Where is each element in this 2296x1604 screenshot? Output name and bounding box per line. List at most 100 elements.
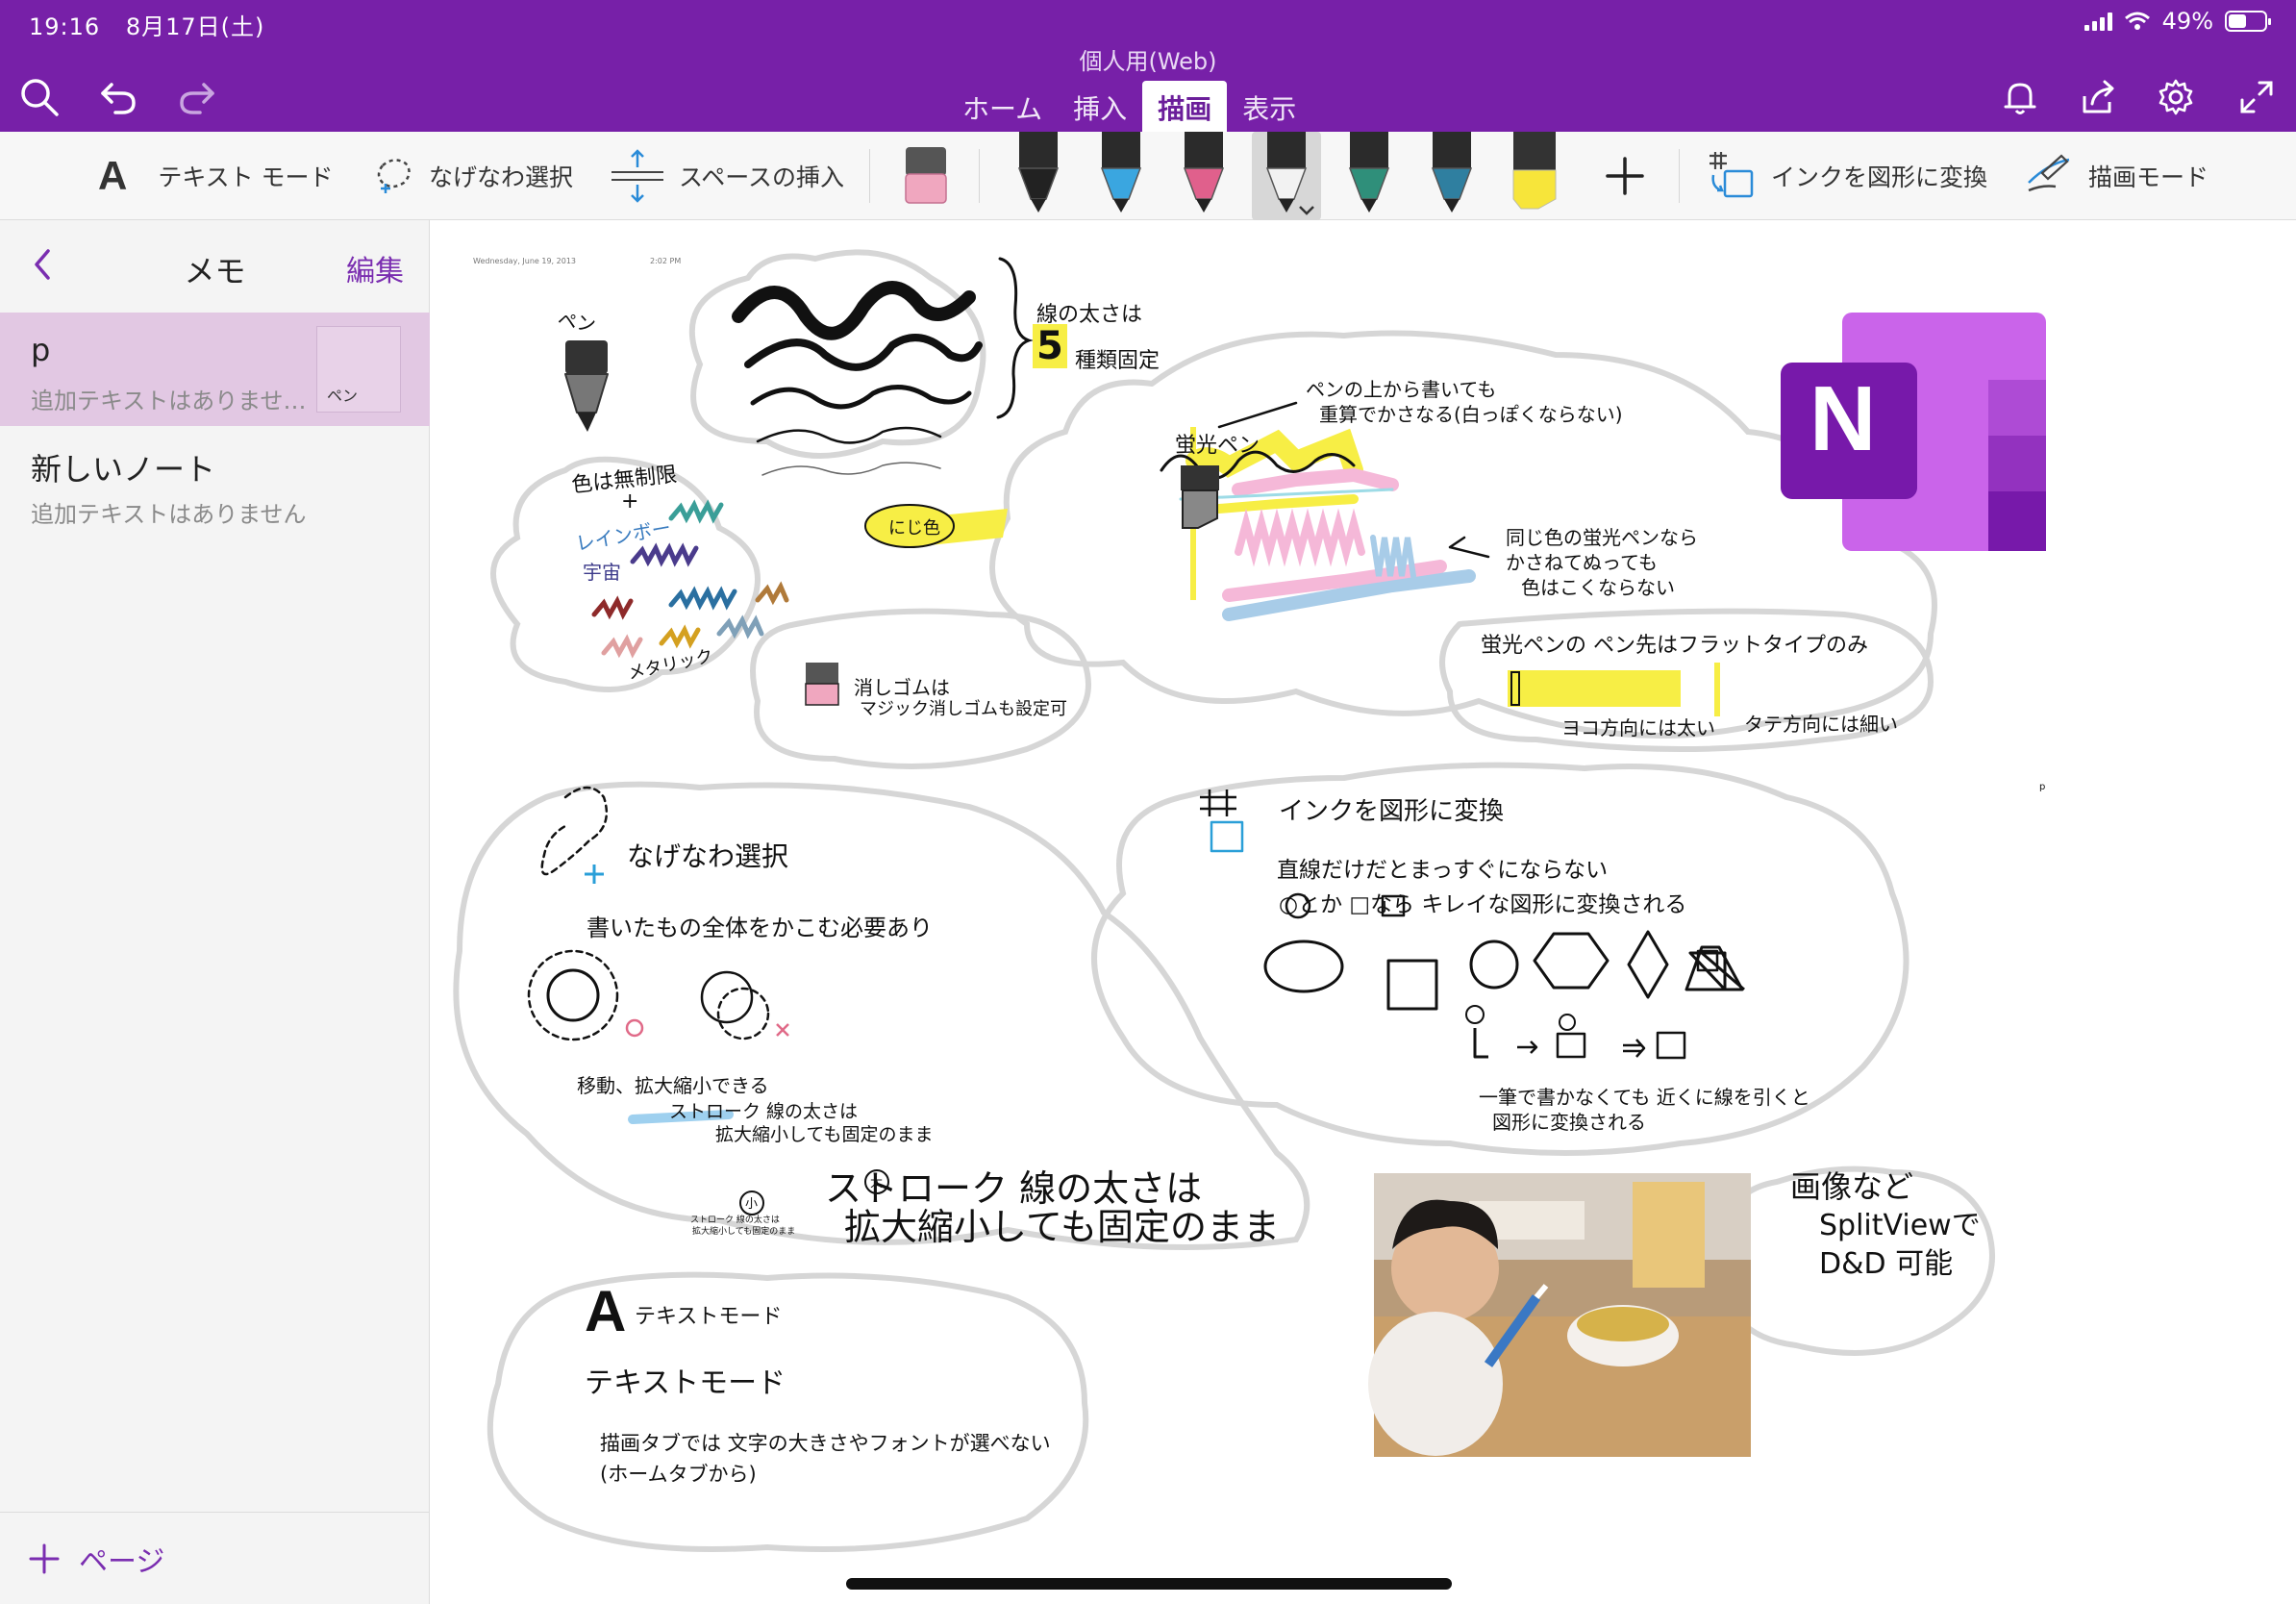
pen-black-button[interactable] [1004, 132, 1073, 220]
cellular-signal-icon [2084, 12, 2112, 31]
ink-img3: D&D 可能 [1819, 1247, 1954, 1281]
highlighter-yellow-button[interactable] [1500, 132, 1569, 220]
status-date: 8月17日(土) [125, 13, 265, 40]
ink-move: 移動、拡大縮小できる [577, 1074, 769, 1097]
pen-galaxy-icon [1431, 132, 1473, 213]
eraser-button[interactable] [900, 132, 952, 220]
eraser-icon [905, 147, 947, 204]
draw-ribbon: A テキスト モード なげなわ選択 スペースの挿入 インクを図形に変換 描画モー… [0, 132, 2296, 220]
pen-galaxy-button[interactable] [1417, 132, 1486, 220]
ink-tm-note1: 描画タブでは 文字の大きさやフォントが選べない [600, 1432, 1051, 1455]
draw-mode-button[interactable]: 描画モード [2023, 132, 2209, 220]
ink-hl-wide: ヨコ方向には太い [1561, 716, 1715, 739]
pen-rainbow-icon [1348, 132, 1390, 213]
ink-to-shape-label: インクを図形に変換 [1771, 163, 1988, 191]
page-date: Wednesday, June 19, 2013 [473, 257, 576, 265]
ink-tm-small: テキストモード [635, 1305, 783, 1329]
ink-pen-label: ペン [556, 308, 598, 337]
onenote-logo-letter: N [1809, 367, 1877, 470]
battery-fill [2229, 14, 2246, 28]
ribbon-tabs: ホーム 挿入 描画 表示 [947, 81, 1311, 132]
add-page-button[interactable]: ページ [29, 1538, 164, 1580]
highlighter-yellow-icon [1512, 132, 1557, 210]
ink-hl-note2: 重算でかさなる(白っぽくならない) [1319, 403, 1623, 426]
insert-space-label: スペースの挿入 [679, 163, 845, 191]
status-indicators: 49% [2084, 8, 2271, 35]
edit-button[interactable]: 編集 [346, 247, 404, 289]
home-indicator [846, 1578, 1452, 1590]
page-item-title: p [31, 332, 51, 368]
tab-insert[interactable]: 挿入 [1058, 81, 1142, 132]
redo-button[interactable] [175, 75, 219, 119]
ink-space: 宇宙 [583, 561, 621, 584]
ink-shape-title: インクを図形に変換 [1279, 797, 1505, 826]
ink-lasso-note: 書いたもの全体をかこむ必要あり [586, 915, 933, 941]
pen-sketch [564, 340, 609, 432]
tab-view[interactable]: 表示 [1227, 81, 1311, 132]
ink-hl-same2: かさねてぬっても [1506, 551, 1658, 574]
page-item-p[interactable]: p 追加テキストはありませ… ペン [0, 313, 430, 426]
ink-to-shape-icon [1710, 152, 1754, 198]
ink-shape-note4: 図形に変換される [1492, 1111, 1646, 1134]
thumbnail-text: ペン [327, 387, 359, 405]
ink-tiny-text2: 拡大縮小しても固定のまま [692, 1227, 796, 1237]
bubble-text-mode [487, 1271, 1089, 1552]
status-clock: 19:16 8月17日(土) [29, 8, 264, 41]
search-button[interactable] [17, 75, 62, 119]
pen-black-icon [1017, 132, 1060, 213]
ink-shape-note2: ○とか □なら キレイな図形に変換される [1279, 892, 1687, 917]
insert-space-button[interactable]: スペースの挿入 [610, 132, 844, 220]
wifi-icon [2124, 12, 2150, 30]
ink-stroke-small1: ストローク 線の太さは [669, 1101, 859, 1122]
ink-tm-note2: (ホームタブから) [600, 1463, 757, 1486]
ink-niji: にじ色 [888, 518, 940, 539]
pen-rainbow-button[interactable] [1335, 132, 1404, 220]
gear-icon [2159, 79, 2193, 115]
undo-button[interactable] [96, 75, 140, 119]
ink-eraser2: マジック消しゴムも設定可 [860, 699, 1067, 719]
title-bar: 19:16 8月17日(土) 49% 個人用(Web) ホーム 挿入 描画 表示 [0, 0, 2296, 132]
ribbon-divider [1679, 149, 1680, 203]
ink-shape-note3: 一筆で書かなくても 近くに線を引くと [1479, 1086, 1810, 1109]
lasso-select-button[interactable]: なげなわ選択 [371, 132, 573, 220]
ink-hl-same3: 色はこくならない [1521, 576, 1675, 599]
lasso-icon [377, 159, 411, 193]
ink-tm-big: テキストモード [585, 1367, 786, 1399]
pen-blue-button[interactable] [1086, 132, 1156, 220]
ink-to-shape-button[interactable]: インクを図形に変換 [1706, 132, 1987, 220]
ink-stroke-small2: 拡大縮小しても固定のまま [715, 1124, 934, 1145]
ink-hl-label: 蛍光ペン [1175, 434, 1260, 458]
ink-small-p: p [2039, 782, 2046, 792]
fullscreen-button[interactable] [2234, 75, 2279, 119]
note-canvas[interactable]: Wednesday, June 19, 2013 2:02 PM ペン 線の太さ… [431, 220, 2296, 1604]
status-time: 19:16 [29, 13, 101, 40]
draw-mode-label: 描画モード [2088, 163, 2209, 191]
sidebar-footer: ページ [0, 1512, 430, 1604]
ink-tm-a: A [585, 1279, 627, 1343]
add-pen-button[interactable] [1604, 132, 1646, 220]
ink-small-mark: 小 [745, 1197, 759, 1212]
text-mode-button[interactable]: A テキスト モード [98, 132, 334, 220]
add-page-label: ページ [79, 1545, 165, 1579]
chevron-down-icon [1299, 206, 1314, 215]
page-item-new-note[interactable]: 新しいノート 追加テキストはありません [0, 426, 430, 539]
pen-white-button[interactable] [1252, 132, 1321, 220]
ink-hl-same1: 同じ色の蛍光ペンなら [1506, 526, 1698, 549]
draw-mode-icon [2028, 154, 2070, 192]
ribbon-divider [869, 149, 870, 203]
settings-button[interactable] [2154, 75, 2198, 119]
pen-pink-button[interactable] [1169, 132, 1238, 220]
page-time: 2:02 PM [650, 257, 682, 265]
ink-hl-note1: ペンの上から書いても [1306, 378, 1497, 401]
share-button[interactable] [2077, 75, 2121, 119]
notifications-button[interactable] [1998, 75, 2042, 119]
ink-stroke-big2: 拡大縮小しても固定のまま [844, 1206, 1280, 1248]
text-a-icon: A [98, 153, 128, 198]
tab-home[interactable]: ホーム [947, 81, 1058, 132]
child-photo [1368, 1173, 1751, 1457]
pen-blue-icon [1100, 132, 1142, 213]
ink-plus: + [621, 489, 639, 514]
tab-draw[interactable]: 描画 [1142, 81, 1228, 132]
page-item-title: 新しいノート [31, 451, 216, 488]
ink-fixed: 種類固定 [1075, 349, 1160, 373]
